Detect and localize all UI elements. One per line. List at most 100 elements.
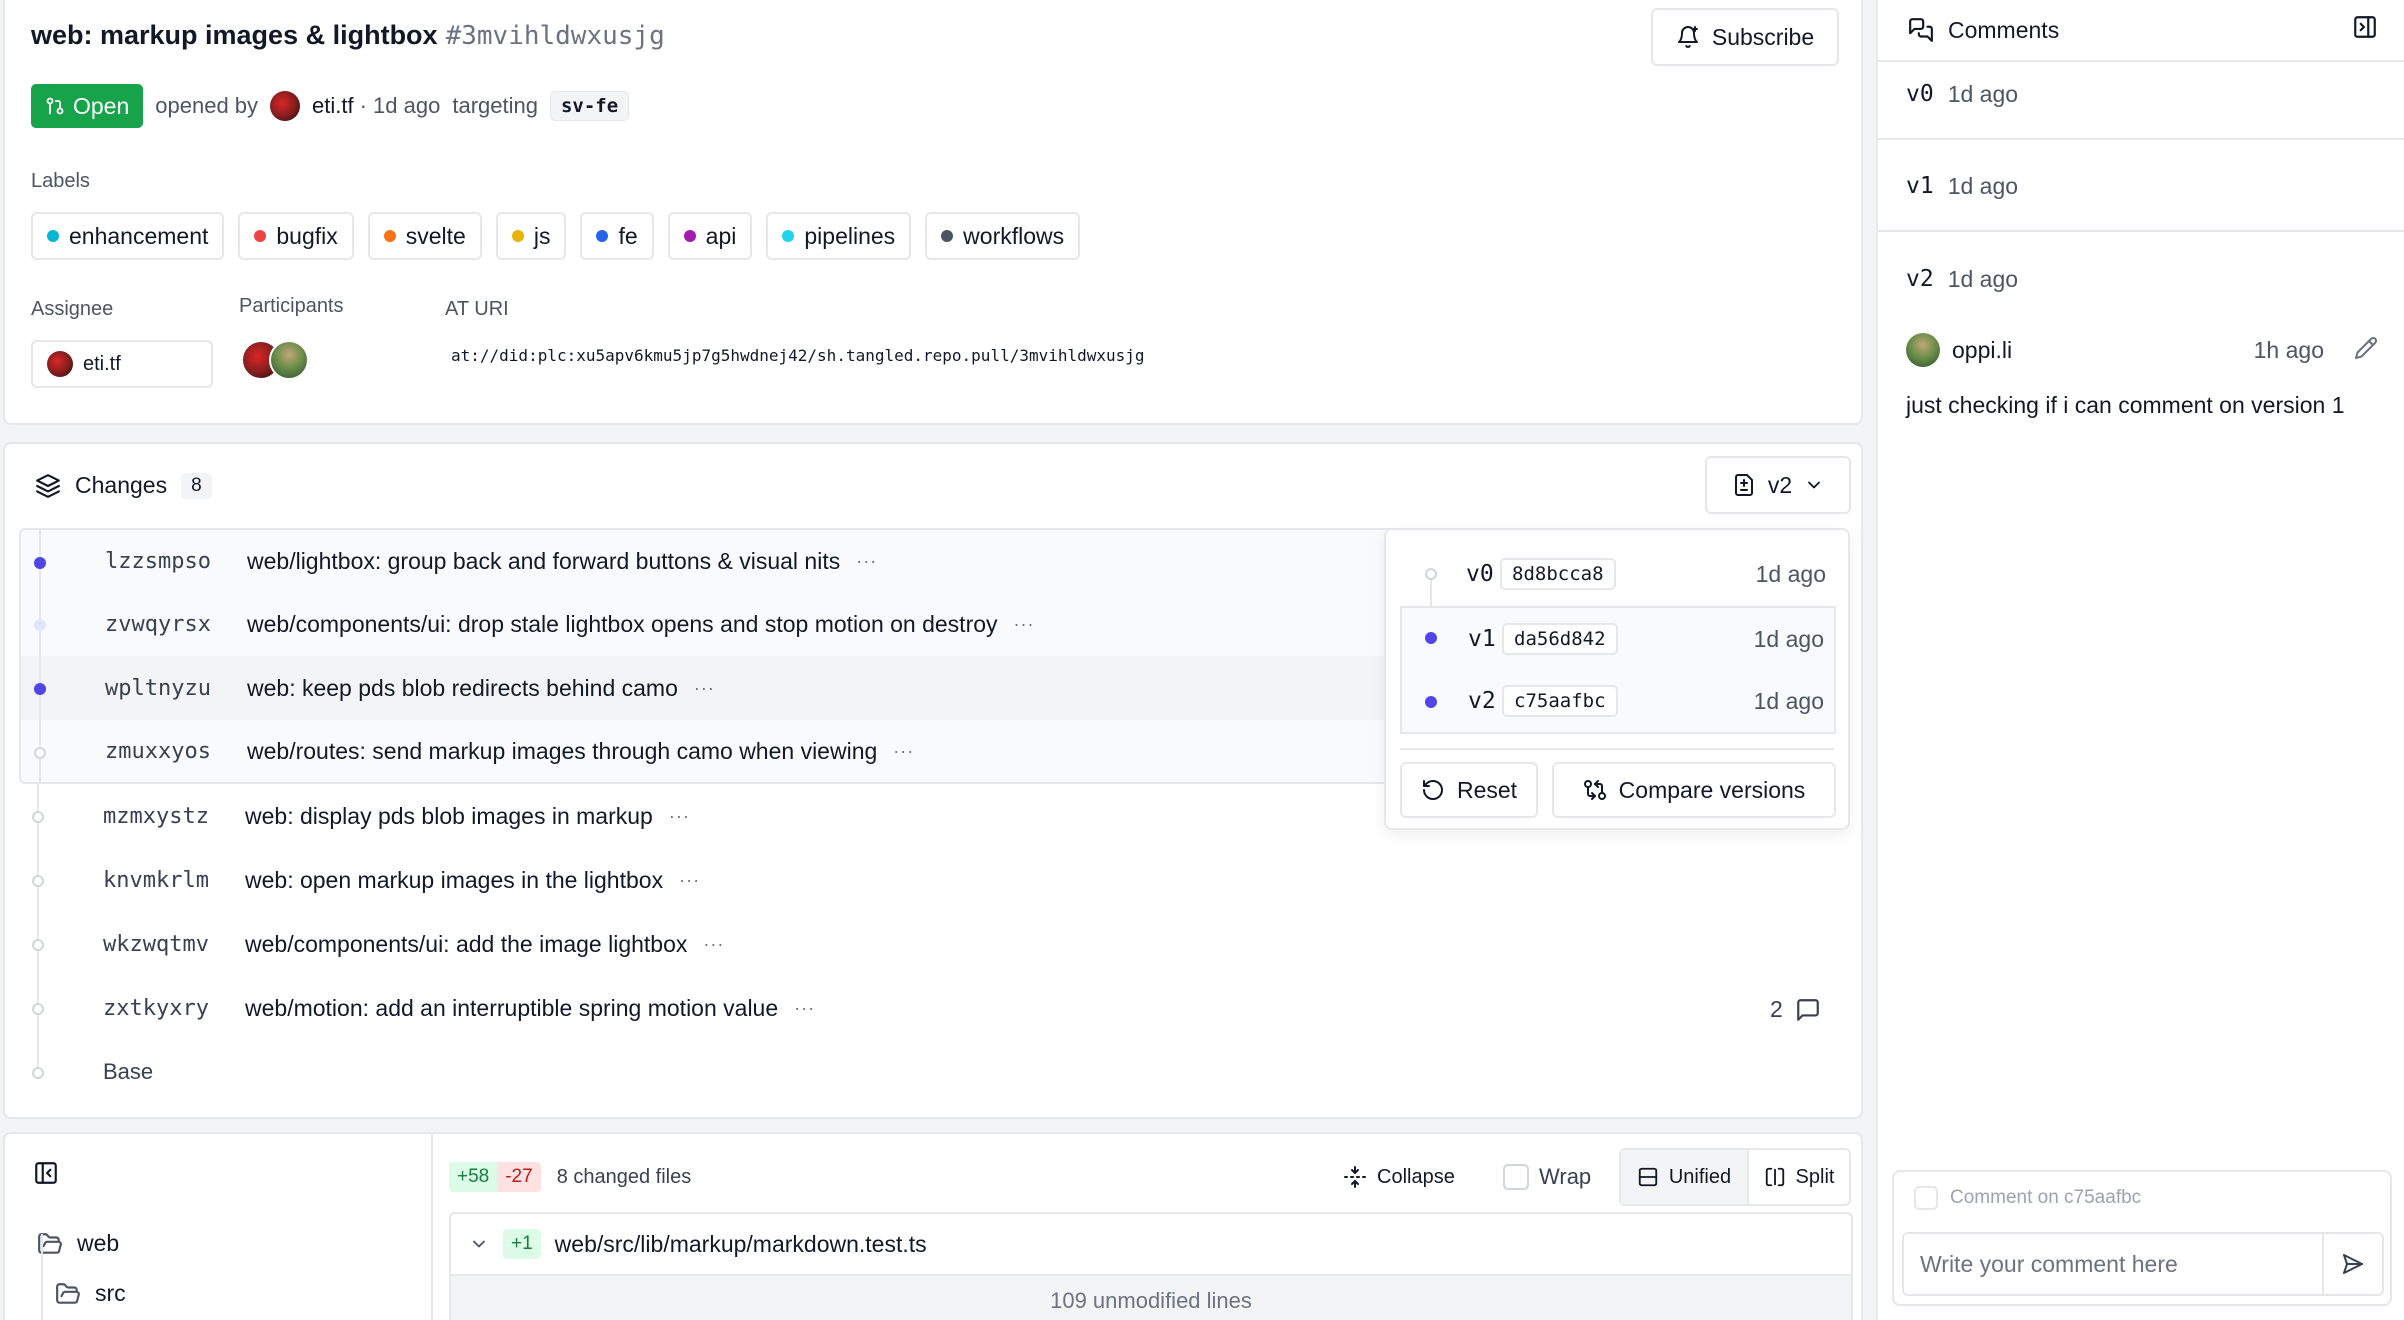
change-id[interactable]: zmuxxyos bbox=[105, 739, 211, 764]
commit-more-button[interactable]: ··· bbox=[694, 678, 715, 699]
chevron-down-icon[interactable] bbox=[469, 1234, 489, 1254]
commit-message-text[interactable]: web: open markup images in the lightbox bbox=[245, 867, 663, 894]
commit-message-text[interactable]: web/routes: send markup images through c… bbox=[247, 738, 877, 765]
pencil-icon[interactable] bbox=[2354, 336, 2378, 360]
commit-more-button[interactable]: ··· bbox=[1014, 614, 1035, 635]
label-fe[interactable]: fe bbox=[580, 212, 654, 260]
panel-right-close-icon[interactable] bbox=[2352, 14, 2378, 40]
commit-more-button[interactable]: ··· bbox=[679, 870, 700, 891]
target-branch[interactable]: sv-fe bbox=[549, 91, 630, 121]
comment-on-version-label: Comment on c75aafbc bbox=[1950, 1187, 2142, 1208]
tree-item-web[interactable]: web bbox=[37, 1230, 119, 1257]
comment-on-version-checkbox[interactable] bbox=[1914, 1186, 1938, 1210]
commit-message: web/motion: add an interruptible spring … bbox=[245, 995, 815, 1022]
split-label: Split bbox=[1795, 1165, 1835, 1188]
label-workflows[interactable]: workflows bbox=[925, 212, 1081, 260]
file-header[interactable]: +1 web/src/lib/markup/markdown.test.ts bbox=[449, 1212, 1853, 1276]
label-js[interactable]: js bbox=[495, 212, 567, 260]
label-svelte[interactable]: svelte bbox=[367, 212, 482, 260]
sidebar-version-v2[interactable]: v2 1d ago bbox=[1878, 234, 2404, 324]
commit-message-text[interactable]: web: keep pds blob redirects behind camo bbox=[247, 675, 678, 702]
at-uri-heading: AT URI bbox=[445, 298, 509, 320]
selected-version: v2 bbox=[1767, 471, 1793, 498]
commit-row[interactable]: zxtkyxry web/motion: add an interruptible… bbox=[19, 976, 1459, 1040]
version-hash: da56d842 bbox=[1502, 623, 1618, 655]
change-id[interactable]: mzmxystz bbox=[103, 804, 209, 829]
version-option-v2[interactable]: v2 c75aafbc 1d ago bbox=[1400, 670, 1836, 734]
change-id[interactable]: wpltnyzu bbox=[105, 676, 211, 701]
sidebar-version-v0[interactable]: v0 1d ago bbox=[1878, 50, 2404, 140]
commit-row[interactable]: mzmxystz web: display pds blob images in … bbox=[19, 784, 1459, 848]
commit-row[interactable]: zvwqyrsx web/components/ui: drop stale li… bbox=[19, 592, 1459, 656]
tree-item-src[interactable]: src bbox=[55, 1280, 126, 1307]
commit-message-text[interactable]: web/components/ui: add the image lightbo… bbox=[245, 931, 687, 958]
collapse-button[interactable]: Collapse bbox=[1343, 1165, 1455, 1189]
version-time: 1d ago bbox=[1753, 687, 1824, 714]
comment-author[interactable]: oppi.li bbox=[1952, 337, 2012, 364]
commit-node bbox=[34, 619, 46, 631]
commit-more-button[interactable]: ··· bbox=[893, 741, 914, 762]
messages-square-icon bbox=[1909, 18, 1933, 42]
wrap-toggle[interactable]: Wrap bbox=[1503, 1164, 1591, 1190]
version-node bbox=[1425, 568, 1437, 580]
commit-comment-count[interactable]: 2 bbox=[1770, 996, 1821, 1023]
split-button[interactable]: Split bbox=[1749, 1150, 1849, 1204]
commit-more-button[interactable]: ··· bbox=[794, 998, 815, 1019]
sidebar-title-text: Comments bbox=[1948, 16, 2060, 43]
change-id[interactable]: lzzsmpso bbox=[105, 549, 211, 574]
version-selector-button[interactable]: v2 bbox=[1705, 456, 1851, 514]
commit-row[interactable]: lzzsmpso web/lightbox: group back and for… bbox=[19, 528, 1459, 594]
unified-button[interactable]: Unified bbox=[1621, 1150, 1749, 1204]
send-button[interactable] bbox=[2322, 1234, 2382, 1294]
assignee-field[interactable]: eti.tf bbox=[31, 340, 213, 388]
label-api[interactable]: api bbox=[667, 212, 753, 260]
commit-row[interactable]: knvmkrlm web: open markup images in the l… bbox=[19, 848, 1459, 912]
commit-more-button[interactable]: ··· bbox=[669, 806, 690, 827]
targeting-label: targeting bbox=[452, 93, 538, 118]
label-bugfix[interactable]: bugfix bbox=[238, 212, 354, 260]
divider bbox=[1400, 748, 1834, 750]
author-link[interactable]: eti.tf bbox=[312, 93, 354, 119]
comment-input[interactable] bbox=[1904, 1235, 2322, 1293]
version-name: v1 bbox=[1906, 173, 1934, 199]
labels-list: enhancement bugfix svelte js fe api pipelines w… bbox=[31, 212, 1081, 260]
commit-more-button[interactable]: ··· bbox=[856, 551, 877, 572]
commit-row[interactable]: wkzwqtmv web/components/ui: add the image… bbox=[19, 912, 1459, 976]
deletions-stat: -27 bbox=[497, 1162, 541, 1192]
version-name: v0 bbox=[1906, 81, 1934, 107]
change-id[interactable]: zvwqyrsx bbox=[105, 612, 211, 637]
version-node bbox=[1425, 696, 1437, 708]
panel-left-close-icon[interactable] bbox=[33, 1160, 59, 1186]
label-name: fe bbox=[618, 222, 638, 249]
sidebar-version-v1[interactable]: v1 1d ago bbox=[1878, 142, 2404, 232]
view-mode-toggle: Unified Split bbox=[1619, 1148, 1851, 1206]
commit-message-text[interactable]: web/lightbox: group back and forward but… bbox=[247, 548, 840, 575]
commit-message-text[interactable]: web/components/ui: drop stale lightbox o… bbox=[247, 611, 998, 638]
avatar[interactable] bbox=[269, 340, 309, 380]
commit-message-text[interactable]: web: display pds blob images in markup bbox=[245, 803, 653, 830]
commit-row[interactable]: wpltnyzu web: keep pds blob redirects beh… bbox=[19, 656, 1459, 720]
commit-more-button[interactable]: ··· bbox=[703, 934, 724, 955]
change-id[interactable]: knvmkrlm bbox=[103, 868, 209, 893]
change-id[interactable]: wkzwqtmv bbox=[103, 932, 209, 957]
comment: oppi.li 1h ago just checking if i can co… bbox=[1906, 330, 2378, 419]
reset-button[interactable]: Reset bbox=[1400, 762, 1538, 818]
comment-on-version-toggle[interactable]: Comment on c75aafbc bbox=[1914, 1186, 2141, 1210]
commit-message-text[interactable]: web/motion: add an interruptible spring … bbox=[245, 995, 778, 1022]
version-option-v0[interactable]: v0 8d8bcca8 1d ago bbox=[1400, 542, 1836, 606]
assignee-name: eti.tf bbox=[83, 352, 121, 375]
commit-row[interactable]: zmuxxyos web/routes: send markup images t… bbox=[19, 720, 1459, 784]
label-pipelines[interactable]: pipelines bbox=[766, 212, 912, 260]
subscribe-button[interactable]: Subscribe bbox=[1651, 8, 1839, 66]
compare-versions-button[interactable]: Compare versions bbox=[1552, 762, 1836, 818]
version-dropdown: v0 8d8bcca8 1d ago v1 da56d842 1d ago v2 c75aaf… bbox=[1384, 528, 1850, 830]
version-option-v1[interactable]: v1 da56d842 1d ago bbox=[1400, 606, 1836, 670]
label-color-dot bbox=[47, 230, 59, 242]
label-color-dot bbox=[683, 230, 696, 242]
change-id[interactable]: zxtkyxry bbox=[103, 996, 209, 1021]
unmodified-lines-expander[interactable]: 109 unmodified lines bbox=[449, 1276, 1853, 1320]
wrap-checkbox[interactable] bbox=[1503, 1164, 1529, 1190]
chevron-down-icon bbox=[1808, 481, 1821, 489]
label-color-dot bbox=[941, 230, 954, 242]
label-enhancement[interactable]: enhancement bbox=[31, 212, 225, 260]
